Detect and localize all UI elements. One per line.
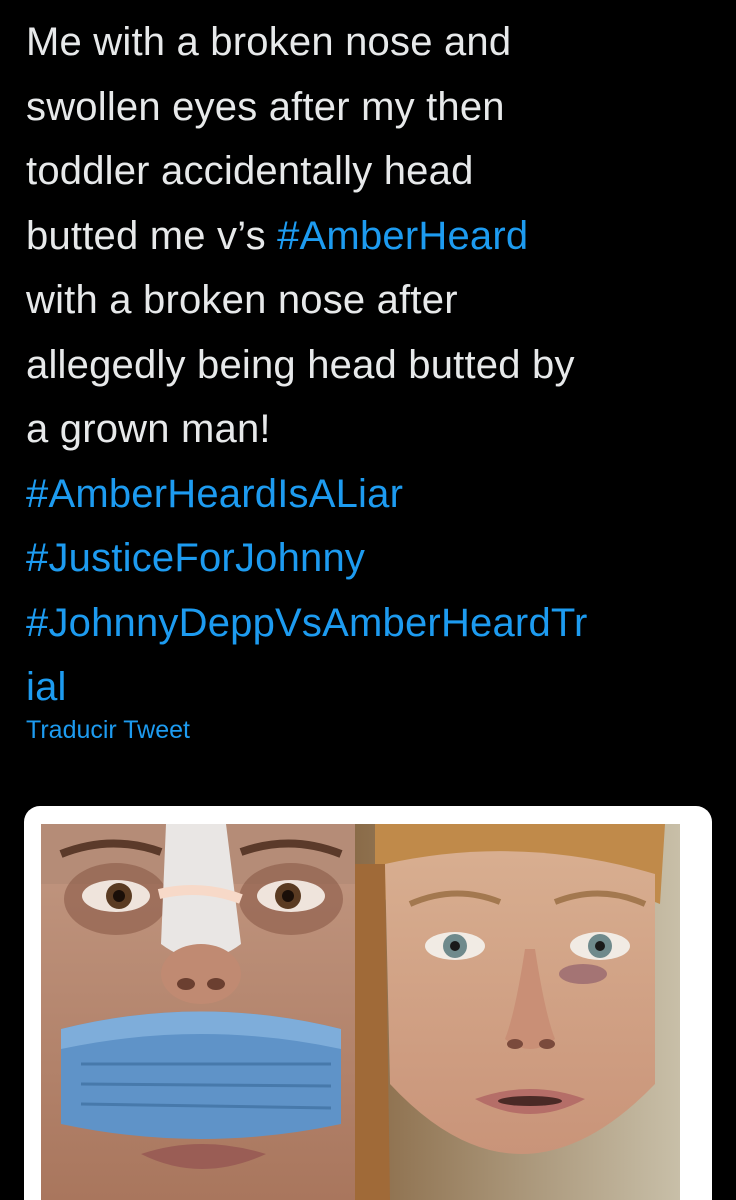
tweet-text-segment: swollen eyes after my then	[26, 84, 505, 129]
hashtag-link[interactable]: #JusticeForJohnny	[26, 536, 365, 580]
tweet-text-line: #AmberHeardIsALiar	[26, 462, 726, 527]
tweet-text-segment: a grown man!	[26, 407, 271, 451]
tweet-text-line: toddler accidentally head	[26, 139, 726, 204]
tweet-text-segment: Me with a broken nose and	[26, 20, 512, 64]
tweet-text-line: #JusticeForJohnny	[26, 526, 726, 591]
photo-bandaged-nose[interactable]	[41, 824, 357, 1200]
photo-bandaged-nose-illustration	[41, 824, 357, 1200]
hashtag-link[interactable]: #JohnnyDeppVsAmberHeardTr	[26, 601, 588, 645]
hashtag-link[interactable]: #AmberHeardIsALiar	[26, 472, 403, 516]
photo-bruised-face-illustration	[355, 824, 680, 1200]
tweet-media[interactable]	[24, 806, 712, 1200]
tweet-text-line: allegedly being head butted by	[26, 333, 726, 398]
hashtag-link[interactable]: #AmberHeard	[277, 214, 528, 258]
hashtag-link[interactable]: ial	[26, 665, 67, 709]
tweet-text-line: butted me v’s #AmberHeard	[26, 204, 726, 269]
tweet-text-line: a grown man!	[26, 397, 726, 462]
tweet-text-segment: with a broken nose after	[26, 278, 458, 322]
tweet-text-segment: toddler accidentally head	[26, 149, 474, 193]
photo-bruised-face[interactable]	[355, 824, 680, 1200]
tweet-text-line: ial	[26, 655, 726, 720]
tweet-text-line: #JohnnyDeppVsAmberHeardTr	[26, 591, 726, 656]
tweet-text-segment: butted me v’s	[26, 213, 278, 258]
tweet-text-segment: allegedly being head butted by	[26, 342, 575, 387]
tweet-text-line: swollen eyes after my then	[26, 75, 726, 140]
tweet-text-line: with a broken nose after	[26, 268, 726, 333]
translate-tweet-link[interactable]: Traducir Tweet	[26, 716, 190, 745]
tweet-text-line: Me with a broken nose and	[26, 10, 726, 75]
tweet-text: Me with a broken nose and swollen eyes af…	[26, 10, 726, 720]
